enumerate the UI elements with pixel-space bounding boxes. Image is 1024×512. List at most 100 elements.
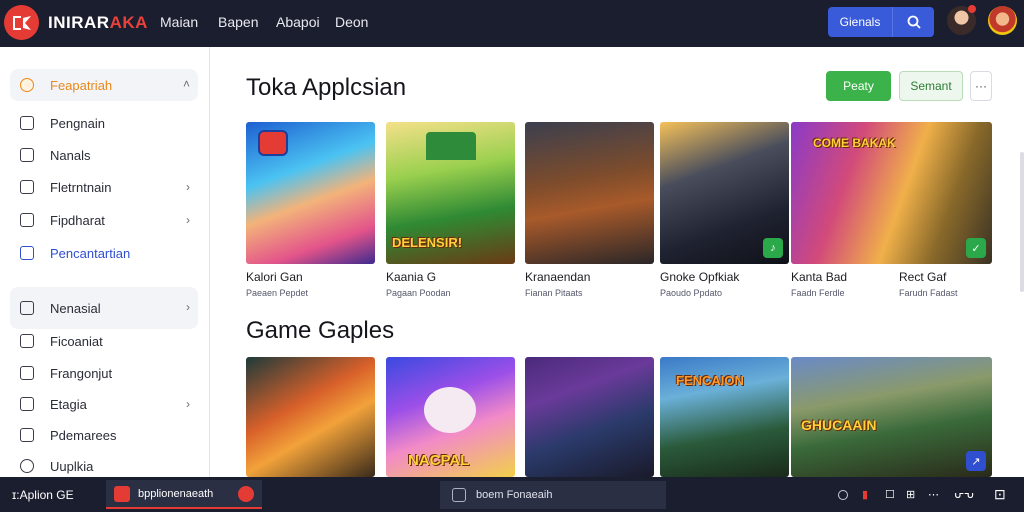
- tray-icon-5[interactable]: ᕂᕃ: [954, 488, 974, 501]
- sidebar-item-7[interactable]: Nenasial ›: [10, 287, 198, 329]
- gear-icon: [20, 301, 34, 315]
- close-icon[interactable]: [238, 485, 254, 502]
- game-tile-5[interactable]: COME BAKAK ✓: [791, 122, 992, 264]
- cat-face-icon: [424, 387, 476, 433]
- game-name[interactable]: Kalori Gan: [246, 270, 303, 284]
- sidebar: Feapatriah ˄ Pengnain Nanals Fletrntnain…: [0, 47, 210, 477]
- game-name[interactable]: Kaania G: [386, 270, 436, 284]
- hat-icon: [426, 132, 476, 160]
- play-button[interactable]: Peaty: [826, 71, 891, 101]
- notifications-icon[interactable]: ⊡: [994, 486, 1006, 503]
- tray-status-icon[interactable]: [838, 490, 848, 500]
- music-badge-icon[interactable]: ♪: [763, 238, 783, 258]
- shield-icon: [20, 428, 34, 442]
- sidebar-item-label: Fipdharat: [50, 212, 105, 228]
- nav-link-4[interactable]: Deon: [335, 14, 368, 30]
- game-art: [525, 122, 654, 264]
- sidebar-item-label: Uuplkia: [50, 458, 94, 474]
- sidebar-item-10[interactable]: Etagia ›: [10, 389, 198, 419]
- sidebar-item-2[interactable]: Pengnain: [10, 108, 198, 138]
- game-tile-1[interactable]: [246, 122, 375, 264]
- game-tile-3[interactable]: [525, 122, 654, 264]
- sidebar-item-9[interactable]: Frangonjut: [10, 358, 198, 388]
- game-title-overlay: DELENSIR!: [392, 235, 463, 250]
- power-icon: [20, 459, 34, 473]
- sidebar-item-11[interactable]: Pdemarees: [10, 420, 198, 450]
- sidebar-item-label: Etagia: [50, 396, 87, 412]
- game-tile-9[interactable]: FENCAION: [660, 357, 789, 477]
- game-tile-10[interactable]: GHUCAAIN ↗: [791, 357, 992, 477]
- chevron-right-icon[interactable]: ›: [186, 300, 190, 314]
- sidebar-item-3[interactable]: Nanals: [10, 140, 198, 170]
- search-button[interactable]: Gienals: [828, 7, 934, 37]
- taskbar-search[interactable]: boem Fonaeaih: [440, 481, 666, 509]
- flag-icon: [20, 397, 34, 411]
- scrollbar[interactable]: [1020, 152, 1024, 292]
- game-name[interactable]: Kanta Bad: [791, 270, 847, 284]
- search-icon[interactable]: [892, 7, 934, 37]
- tray-icon-1[interactable]: ▮: [862, 488, 868, 501]
- sidebar-item-label: Pencantartian: [50, 245, 131, 261]
- nav-link-2[interactable]: Bapen: [218, 14, 258, 30]
- sidebar-item-label: Nanals: [50, 147, 91, 163]
- sidebar-item-4[interactable]: Fletrntnain ›: [10, 172, 198, 202]
- tray-icon-3[interactable]: ⊞: [906, 488, 915, 501]
- start-label[interactable]: ɪ:Aplion GE: [12, 488, 74, 502]
- tray-icon-4[interactable]: ⋯: [928, 488, 939, 501]
- game-tile-8[interactable]: [525, 357, 654, 477]
- profile-avatar[interactable]: [988, 6, 1017, 35]
- section-title-applications: Toka Applcsian: [246, 74, 407, 101]
- chevron-right-icon[interactable]: ›: [186, 180, 190, 194]
- chevron-up-icon[interactable]: ˄: [183, 77, 190, 91]
- logo-icon: [12, 15, 31, 30]
- game-subtitle: Paoudo Ppdato: [660, 288, 723, 298]
- game-name[interactable]: Rect Gaf: [899, 270, 946, 284]
- sidebar-item-label: Feapatriah: [50, 77, 113, 93]
- game-tile-7[interactable]: NACPAL: [386, 357, 515, 477]
- top-bar: INIRARAKA Maian Bapen Abapoi Deon Gienal…: [0, 0, 1024, 47]
- chevron-right-icon[interactable]: ›: [186, 213, 190, 227]
- sidebar-item-label: Ficoaniat: [50, 333, 103, 349]
- taskbar: ɪ:Aplion GE bpplionenaeath boem Fonaeaih…: [0, 477, 1024, 512]
- external-link-badge-icon[interactable]: ↗: [966, 451, 986, 471]
- search-button-label: Gienals: [839, 15, 881, 29]
- game-subtitle: Paeaen Pepdet: [246, 288, 309, 298]
- game-tile-2[interactable]: DELENSIR!: [386, 122, 515, 264]
- badge-check-icon: [20, 246, 34, 260]
- secondary-button[interactable]: Semant: [899, 71, 963, 101]
- game-title-overlay: GHUCAAIN: [801, 417, 877, 433]
- game-tile-6[interactable]: [246, 357, 375, 477]
- sidebar-item-6[interactable]: Pencantartian: [10, 238, 198, 268]
- sidebar-item-label: Fletrntnain: [50, 179, 112, 195]
- brand-name[interactable]: INIRARAKA: [48, 13, 148, 33]
- sidebar-item-label: Frangonjut: [50, 365, 113, 381]
- tag-icon: [20, 334, 34, 348]
- game-logo-icon: [258, 130, 288, 156]
- game-title-overlay: COME BAKAK: [813, 136, 896, 150]
- check-square-icon: [20, 180, 34, 194]
- nav-link-3[interactable]: Abapoi: [276, 14, 320, 30]
- sidebar-item-label: Nenasial: [50, 300, 101, 316]
- game-title-overlay: NACPAL: [408, 452, 470, 469]
- sidebar-item-1[interactable]: Feapatriah ˄: [10, 69, 198, 101]
- nav-link-1[interactable]: Maian: [160, 14, 198, 30]
- app-logo[interactable]: [4, 5, 39, 40]
- chevron-right-icon[interactable]: ›: [186, 397, 190, 411]
- section-title-games: Game Gaples: [246, 317, 395, 344]
- game-title-overlay: FENCAION: [676, 373, 744, 388]
- brand-accent: AKA: [109, 13, 148, 32]
- app-icon: [114, 485, 130, 502]
- game-name[interactable]: Gnoke Opfkiak: [660, 270, 739, 284]
- more-options-button[interactable]: ···: [970, 71, 992, 101]
- sidebar-item-5[interactable]: Fipdharat ›: [10, 205, 198, 235]
- tray-icon-2[interactable]: ☐: [885, 488, 895, 501]
- game-tile-4[interactable]: ♪: [660, 122, 789, 264]
- game-name[interactable]: Kranaendan: [525, 270, 590, 284]
- gamepad-icon: [20, 78, 34, 92]
- taskbar-search-label: boem Fonaeaih: [476, 489, 553, 501]
- check-badge-icon[interactable]: ✓: [966, 238, 986, 258]
- taskbar-app[interactable]: bpplionenaeath: [106, 480, 262, 509]
- taskbar-app-label: bpplionenaeath: [138, 487, 214, 500]
- notification-dot: [968, 5, 976, 13]
- sidebar-item-8[interactable]: Ficoaniat: [10, 326, 198, 356]
